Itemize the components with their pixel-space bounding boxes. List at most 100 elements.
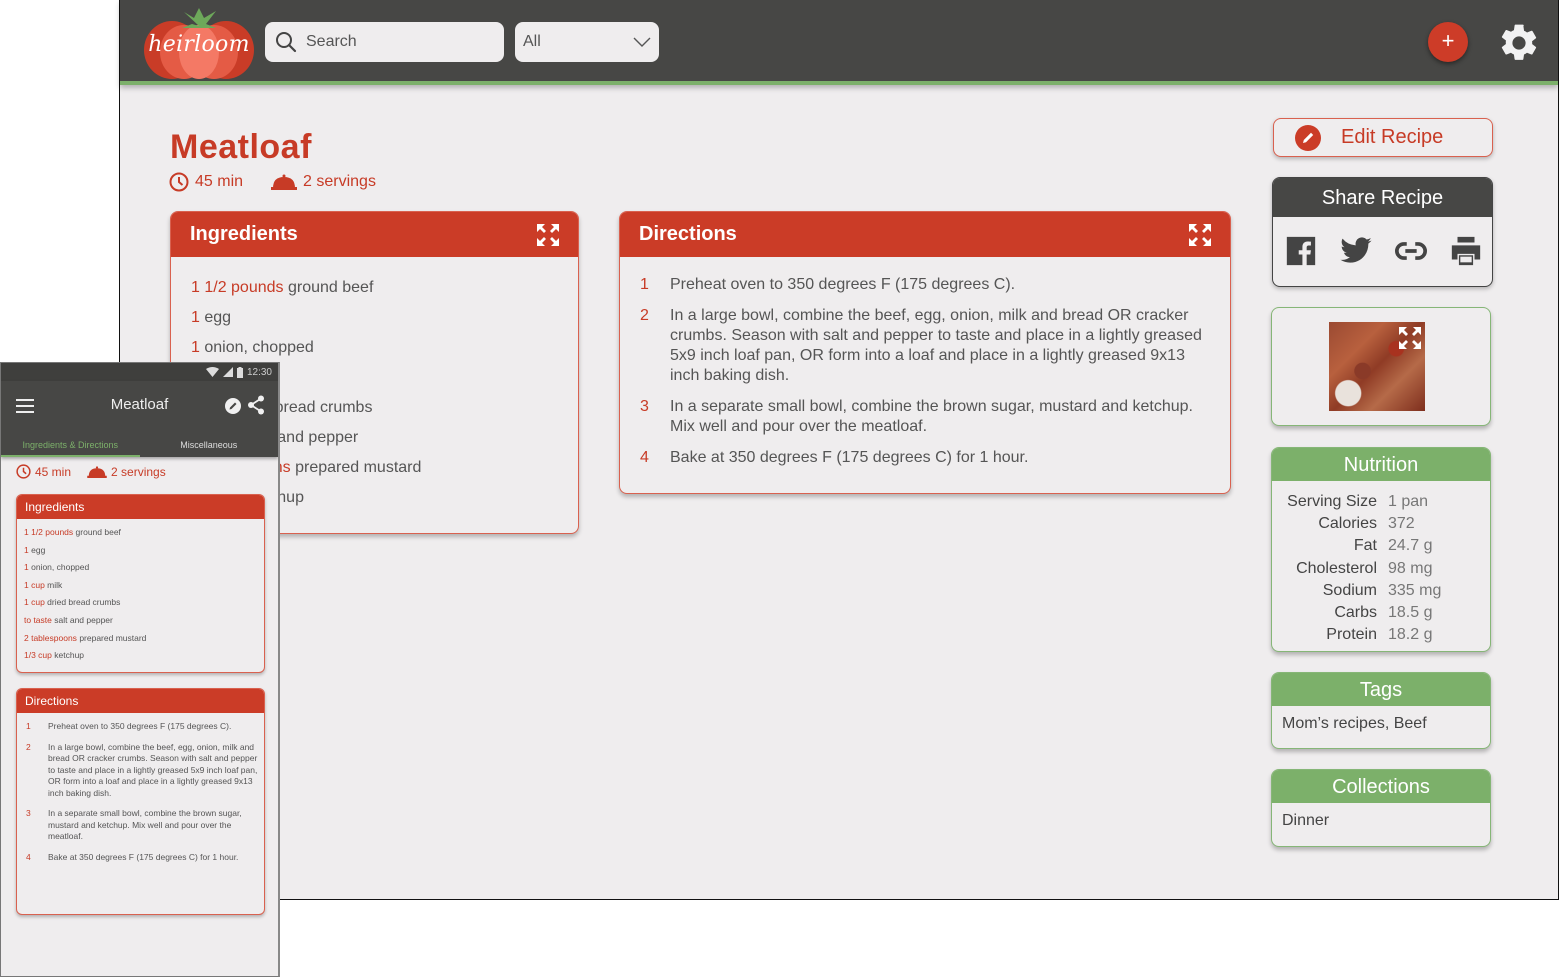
collections-card: Collections Dinner: [1271, 769, 1491, 847]
category-filter-select[interactable]: All: [515, 22, 659, 62]
directions-title: Directions: [639, 223, 737, 245]
expand-icon[interactable]: [1398, 326, 1422, 350]
heirloom-logo[interactable]: heirloom: [144, 6, 254, 80]
ingredient-qty: 1 1/2 pounds: [24, 527, 74, 537]
share-recipe-title: Share Recipe: [1273, 178, 1492, 217]
nutrition-row: Carbs 18.5 g: [1272, 602, 1490, 624]
servings: 2 servings: [303, 173, 376, 190]
nutrition-row: Serving Size 1 pan: [1272, 491, 1490, 513]
expand-icon[interactable]: [536, 223, 560, 247]
direction-step: 2 In a large bowl, combine the beef, egg,…: [26, 742, 258, 800]
ingredient-qty: 2 tablespoons: [24, 632, 77, 643]
ingredient-name: salt and pepper: [54, 614, 113, 625]
pencil-icon[interactable]: [225, 398, 241, 414]
tab-miscellaneous[interactable]: Miscellaneous: [140, 435, 279, 457]
ingredient-name: prepared mustard: [79, 632, 147, 643]
step-number: 2: [640, 307, 649, 324]
nutrition-value: 372: [1388, 515, 1415, 533]
nutrition-row: Sodium 335 mg: [1272, 580, 1490, 602]
direction-step: 2 In a large bowl, combine the beef, egg,…: [640, 306, 1210, 386]
mobile-ingredients-list: 1 1/2 pounds ground beef 1 egg 1 onion, …: [17, 519, 264, 666]
expand-icon[interactable]: [1188, 223, 1212, 247]
link-icon[interactable]: [1393, 234, 1429, 268]
battery-icon: [236, 366, 243, 378]
step-text: In a large bowl, combine the beef, egg, …: [670, 307, 1202, 384]
direction-step: 4 Bake at 350 degrees F (175 degrees C) f…: [640, 448, 1210, 468]
ingredient-qty: 1 1/2 pounds: [191, 279, 284, 296]
directions-card-header: Directions: [620, 212, 1230, 257]
ingredient-qty: to taste: [24, 614, 52, 625]
print-icon[interactable]: [1448, 234, 1484, 268]
recipe-meta: 45 min 2 servings: [169, 172, 376, 192]
search-input[interactable]: Search: [265, 22, 504, 62]
nutrition-label: Cholesterol: [1296, 559, 1377, 577]
tab-ingredients-directions[interactable]: Ingredients & Directions: [1, 435, 140, 457]
step-number: 4: [26, 851, 31, 862]
nutrition-value: 24.7 g: [1388, 537, 1433, 555]
search-placeholder: Search: [306, 33, 357, 50]
nutrition-label: Sodium: [1322, 581, 1377, 599]
serving-cloche-icon: [271, 174, 298, 190]
direction-step: 1 Preheat oven to 350 degrees F (175 degr…: [640, 275, 1210, 295]
ingredient-qty: 1 cup: [24, 579, 45, 590]
share-recipe-panel: Share Recipe: [1272, 177, 1493, 287]
filter-selected-value: All: [523, 33, 541, 50]
step-number: 3: [640, 398, 649, 415]
nutrition-value: 18.5 g: [1388, 604, 1433, 622]
nutrition-label: Fat: [1353, 537, 1377, 555]
mobile-recipe-meta: 45 min 2 servings: [16, 464, 166, 479]
logo-text: heirloom: [148, 32, 250, 57]
edit-recipe-button[interactable]: Edit Recipe: [1273, 118, 1493, 157]
add-recipe-button[interactable]: +: [1428, 22, 1468, 62]
mobile-mockup: 12:30 Meatloaf Ingredients & Directions …: [0, 362, 280, 977]
ingredient-name: egg: [204, 309, 232, 326]
cook-time: 45 min: [195, 173, 244, 190]
step-text: Preheat oven to 350 degrees F (175 degre…: [48, 721, 232, 731]
clock-icon: [169, 172, 189, 192]
nutrition-label: Protein: [1326, 626, 1377, 644]
nutrition-label: Serving Size: [1287, 493, 1377, 511]
nutrition-label: Carbs: [1334, 604, 1377, 622]
ingredient-name: dried bread crumbs: [47, 597, 121, 608]
ingredient-name: onion, chopped: [31, 562, 90, 573]
ingredient-name: milk: [47, 579, 63, 590]
ingredient-name: prepared mustard: [295, 459, 422, 476]
step-text: In a separate small bowl, combine the br…: [670, 398, 1193, 435]
clock-icon: [16, 464, 31, 479]
ingredient-name: egg: [31, 544, 46, 555]
ingredient-name: ground beef: [287, 279, 374, 296]
ingredient-qty: 1: [191, 309, 200, 326]
ingredients-title: Ingredients: [190, 223, 298, 245]
share-icon[interactable]: [247, 395, 265, 415]
nutrition-label: Calories: [1318, 515, 1377, 533]
step-number: 1: [26, 721, 31, 731]
mobile-app-bar: Meatloaf Ingredients & Directions Miscel…: [1, 381, 278, 457]
status-time: 12:30: [246, 366, 272, 378]
ingredient-qty: 1: [24, 544, 29, 555]
tags-card: Tags Mom’s recipes, Beef: [1271, 672, 1491, 749]
ingredient-name: onion, chopped: [204, 339, 314, 356]
nutrition-card: Nutrition Serving Size 1 pan Calories 372 …: [1271, 447, 1491, 652]
facebook-icon[interactable]: [1283, 234, 1319, 268]
recipe-title: Meatloaf: [170, 128, 312, 166]
signal-icon: [222, 367, 233, 377]
collections-title: Collections: [1272, 770, 1490, 803]
tags-title: Tags: [1272, 673, 1490, 706]
ingredient-item: 1 1/2 pounds ground beef: [24, 525, 264, 543]
mobile-ingredients-card: Ingredients 1 1/2 pounds ground beef 1 e…: [16, 494, 265, 673]
nutrition-row: Protein 18.2 g: [1272, 624, 1490, 646]
nutrition-row: Cholesterol 98 mg: [1272, 558, 1490, 580]
ingredient-item: 1 cup milk: [24, 578, 264, 596]
mobile-directions-title: Directions: [17, 689, 264, 713]
nutrition-value: 335 mg: [1388, 581, 1442, 599]
directions-list: 1 Preheat oven to 350 degrees F (175 degr…: [620, 257, 1230, 468]
twitter-icon[interactable]: [1338, 234, 1374, 268]
settings-gear-icon[interactable]: [1497, 21, 1541, 65]
step-number: 2: [26, 741, 31, 752]
step-text: Preheat oven to 350 degrees F (175 degre…: [670, 276, 1016, 293]
tags-value[interactable]: Mom’s recipes, Beef: [1272, 706, 1490, 733]
ingredient-qty: 1: [191, 339, 200, 356]
step-number: 3: [26, 808, 31, 818]
collections-value[interactable]: Dinner: [1272, 803, 1490, 830]
share-icons-row: [1273, 217, 1492, 268]
